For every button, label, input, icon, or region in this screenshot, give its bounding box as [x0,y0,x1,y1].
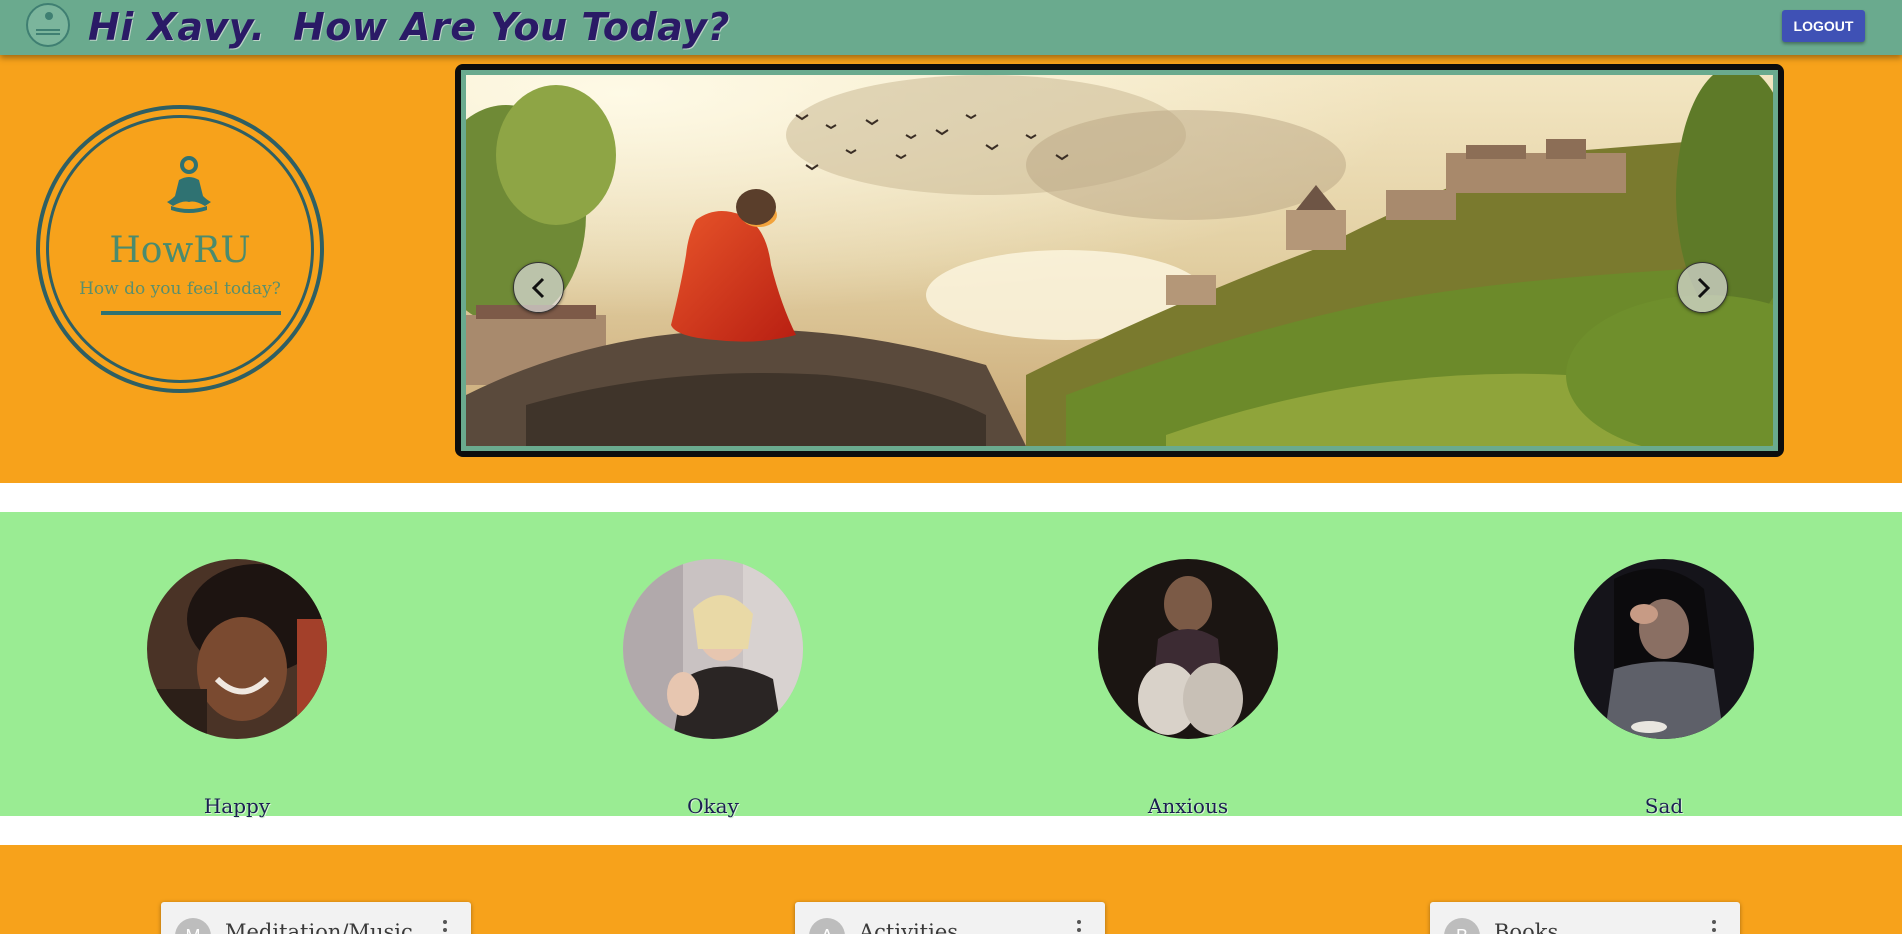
brand-title: HowRU [109,230,251,271]
logout-button[interactable]: LOGOUT [1782,10,1865,42]
card-avatar: M [175,918,211,934]
mood-sad-image [1574,559,1754,739]
resources-section: M Meditation/Music A Activities B Books [0,845,1902,934]
mood-anxious-image [1098,559,1278,739]
card-avatar: B [1444,918,1480,934]
mood-okay-image [623,559,803,739]
mood-happy[interactable]: Happy [147,559,327,818]
mood-sad[interactable]: Sad [1574,559,1754,818]
carousel-prev-button[interactable] [513,262,564,313]
card-avatar: A [809,918,845,934]
more-vert-icon[interactable] [1073,918,1085,934]
card-meditation-music[interactable]: M Meditation/Music [161,902,471,934]
mood-anxious[interactable]: Anxious [1098,559,1278,818]
top-app-bar: Hi Xavy. How Are You Today? LOGOUT [0,0,1902,55]
mood-okay[interactable]: Okay [623,559,803,818]
card-title: Activities [859,920,959,934]
meditation-logo-icon[interactable] [26,3,70,47]
chevron-right-icon [1697,277,1711,299]
carousel-next-button[interactable] [1677,262,1728,313]
meditation-icon [167,156,211,213]
mood-selector-section: Happy Okay Anxious Sad [0,512,1902,818]
card-activities[interactable]: A Activities [795,902,1105,934]
hero-section: HowRU How do you feel today? [0,55,1902,483]
mood-label: Happy [203,794,271,818]
carousel-frame [461,70,1778,451]
mood-label: Anxious [1147,794,1229,818]
howru-badge: HowRU How do you feel today? [36,105,324,393]
mood-happy-image [147,559,327,739]
badge-inner-ring: HowRU How do you feel today? [46,115,314,383]
carousel-image [466,75,1773,446]
badge-underline [101,311,281,315]
more-vert-icon[interactable] [1708,918,1720,934]
mood-label: Okay [687,794,739,818]
brand-subtitle: How do you feel today? [79,279,281,299]
card-books[interactable]: B Books [1430,902,1740,934]
more-vert-icon[interactable] [439,918,451,934]
mood-label: Sad [1644,794,1684,818]
card-title: Books [1494,920,1559,934]
card-title: Meditation/Music [225,920,413,934]
greeting-title: Hi Xavy. How Are You Today? [88,5,730,49]
image-carousel [455,64,1784,457]
chevron-left-icon [531,277,545,299]
